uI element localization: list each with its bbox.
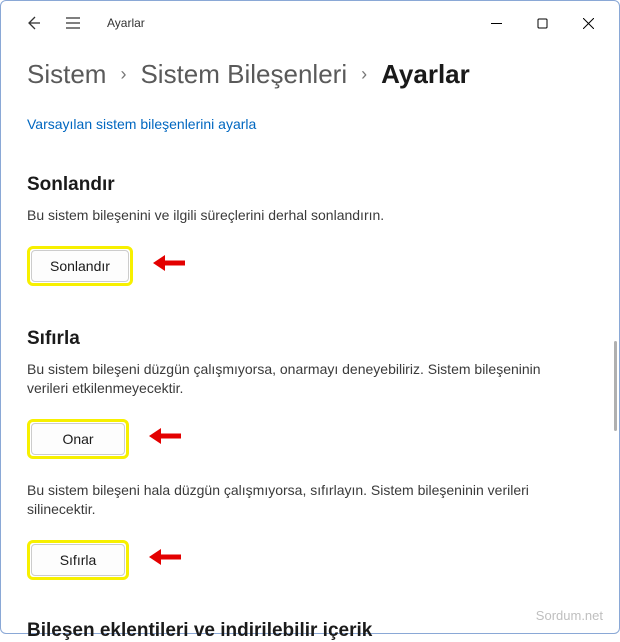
repair-button[interactable]: Onar: [31, 423, 125, 455]
minimize-button[interactable]: [473, 8, 519, 38]
section-desc-repair: Bu sistem bileşeni düzgün çalışmıyorsa, …: [27, 360, 567, 399]
close-button[interactable]: [565, 8, 611, 38]
breadcrumb-item-current: Ayarlar: [381, 59, 470, 90]
titlebar: Ayarlar: [1, 1, 619, 45]
chevron-right-icon: ›: [361, 64, 367, 85]
breadcrumb: Sistem › Sistem Bileşenleri › Ayarlar: [27, 59, 593, 90]
breadcrumb-item-bilesenler[interactable]: Sistem Bileşenleri: [140, 59, 347, 90]
annotation-arrow-icon: [147, 547, 183, 572]
annotation-highlight: Sonlandır: [27, 246, 133, 286]
breadcrumb-item-sistem[interactable]: Sistem: [27, 59, 106, 90]
menu-button[interactable]: [59, 9, 87, 37]
annotation-highlight: Sıfırla: [27, 540, 129, 580]
scrollbar[interactable]: [614, 341, 617, 431]
section-title-terminate: Sonlandır: [27, 174, 593, 196]
section-desc-terminate: Bu sistem bileşenini ve ilgili süreçleri…: [27, 206, 567, 226]
back-button[interactable]: [19, 9, 47, 37]
section-title-reset: Sıfırla: [27, 328, 593, 350]
annotation-arrow-icon: [151, 253, 187, 278]
terminate-button[interactable]: Sonlandır: [31, 250, 129, 282]
annotation-highlight: Onar: [27, 419, 129, 459]
content-area: Sistem › Sistem Bileşenleri › Ayarlar Va…: [1, 45, 619, 642]
section-title-addons: Bileşen eklentileri ve indirilebilir içe…: [27, 620, 593, 642]
defaults-link[interactable]: Varsayılan sistem bileşenlerini ayarla: [27, 116, 256, 132]
maximize-button[interactable]: [519, 8, 565, 38]
app-title: Ayarlar: [107, 16, 145, 30]
annotation-arrow-icon: [147, 426, 183, 451]
reset-button[interactable]: Sıfırla: [31, 544, 125, 576]
chevron-right-icon: ›: [120, 64, 126, 85]
watermark: Sordum.net: [536, 608, 603, 623]
section-desc-reset: Bu sistem bileşeni hala düzgün çalışmıyo…: [27, 481, 567, 520]
